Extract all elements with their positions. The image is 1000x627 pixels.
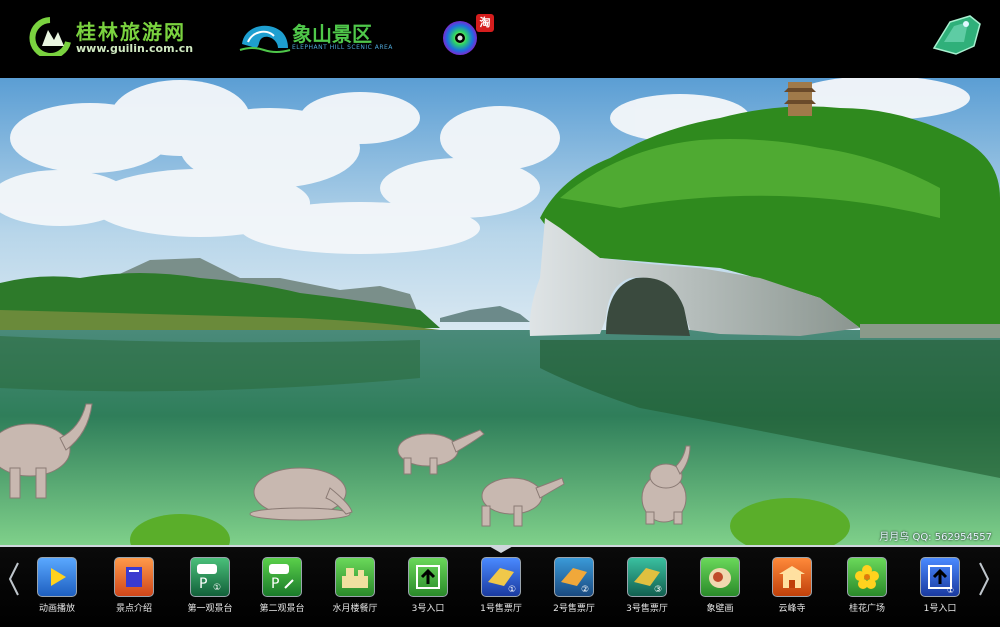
tool-label: 第一观景台 <box>187 604 233 614</box>
tool-yunfeng-temple[interactable]: 云峰寺 <box>756 557 828 623</box>
site-title: 桂林旅游网 <box>76 20 186 44</box>
tool-ticket-office-3[interactable]: ③ 3号售票厅 <box>611 557 683 623</box>
ticket-icon: ③ <box>627 557 667 597</box>
entrance-icon: ① <box>920 557 960 597</box>
restaurant-icon <box>335 557 375 597</box>
badge-number: ② <box>581 585 589 595</box>
map-icon[interactable] <box>930 12 984 58</box>
tool-label: 象壁画 <box>706 604 734 614</box>
ticket-icon: ① <box>481 557 521 597</box>
scenic-title: 象山景区 <box>292 22 372 46</box>
tool-label: 3号入口 <box>411 604 445 614</box>
tool-animation-play[interactable]: 动画播放 <box>21 557 93 623</box>
author-credit: 月月鸟 QQ: 562954557 <box>879 532 992 543</box>
ticket-icon: ② <box>554 557 594 597</box>
tool-label: 3号售票厅 <box>626 604 668 614</box>
tool-viewing-platform-1[interactable]: P① 第一观景台 <box>174 557 246 623</box>
tool-attraction-intro[interactable]: 景点介绍 <box>98 557 170 623</box>
flower-icon <box>847 557 887 597</box>
tool-label: 云峰寺 <box>778 604 806 614</box>
scenic-subtitle: ELEPHANT HILL SCENIC AREA <box>292 44 393 51</box>
badge-number: ① <box>947 586 954 595</box>
scene-illustration <box>0 78 1000 545</box>
parking-icon: P① <box>190 557 230 597</box>
taobao-badge[interactable]: 淘 <box>476 14 494 32</box>
chevron-right-icon[interactable] <box>976 561 992 597</box>
play-icon <box>37 557 77 597</box>
badge-number: ① <box>508 585 516 595</box>
svg-text:P: P <box>271 576 279 592</box>
tool-label: 水月楼餐厅 <box>332 604 378 614</box>
parking-icon: P <box>262 557 302 597</box>
toolbar-notch <box>487 545 515 553</box>
tool-entrance-3[interactable]: 3号入口 <box>392 557 464 623</box>
tool-label: 1号入口 <box>923 604 957 614</box>
temple-icon <box>772 557 812 597</box>
elephant-hill-scene: 月月鸟 QQ: 562954557 <box>0 78 1000 545</box>
guilin-travel-logo[interactable]: 桂林旅游网 www.guilin.com.cn <box>28 14 213 58</box>
tool-ticket-office-2[interactable]: ② 2号售票厅 <box>538 557 610 623</box>
tool-label: 桂花广场 <box>848 604 885 614</box>
chevron-left-icon[interactable] <box>6 561 22 597</box>
elephant-hill-icon <box>239 25 291 53</box>
tool-elephant-mural[interactable]: 象壁画 <box>684 557 756 623</box>
tool-ticket-office-1[interactable]: ① 1号售票厅 <box>465 557 537 623</box>
bottom-toolbar: 动画播放 景点介绍 P① 第一观景台 P 第二观景台 水月楼餐厅 3号入口 ① … <box>0 545 1000 627</box>
elephant-hill-logo[interactable]: 象山景区 ELEPHANT HILL SCENIC AREA <box>238 16 393 58</box>
tool-entrance-1[interactable]: ① 1号入口 <box>904 557 976 623</box>
badge-number: ① <box>213 583 221 593</box>
site-url: www.guilin.com.cn <box>76 42 194 55</box>
tool-label: 动画播放 <box>38 604 75 614</box>
header-bar: 桂林旅游网 www.guilin.com.cn 象山景区 ELEPHANT HI… <box>0 0 1000 78</box>
guilin-logo-icon <box>29 17 71 56</box>
entrance-icon <box>408 557 448 597</box>
cd-disc-icon[interactable] <box>442 20 478 56</box>
puxian-pagoda <box>784 82 816 116</box>
tool-shuiyue-restaurant[interactable]: 水月楼餐厅 <box>319 557 391 623</box>
tool-osmanthus-square[interactable]: 桂花广场 <box>831 557 903 623</box>
svg-text:P: P <box>199 576 207 592</box>
tool-label: 2号售票厅 <box>553 604 595 614</box>
tool-label: 1号售票厅 <box>480 604 522 614</box>
book-icon <box>114 557 154 597</box>
badge-number: ③ <box>654 585 662 595</box>
tool-label: 第二观景台 <box>259 604 305 614</box>
tool-viewing-platform-2[interactable]: P 第二观景台 <box>246 557 318 623</box>
tool-label: 景点介绍 <box>115 604 152 614</box>
mural-icon <box>700 557 740 597</box>
